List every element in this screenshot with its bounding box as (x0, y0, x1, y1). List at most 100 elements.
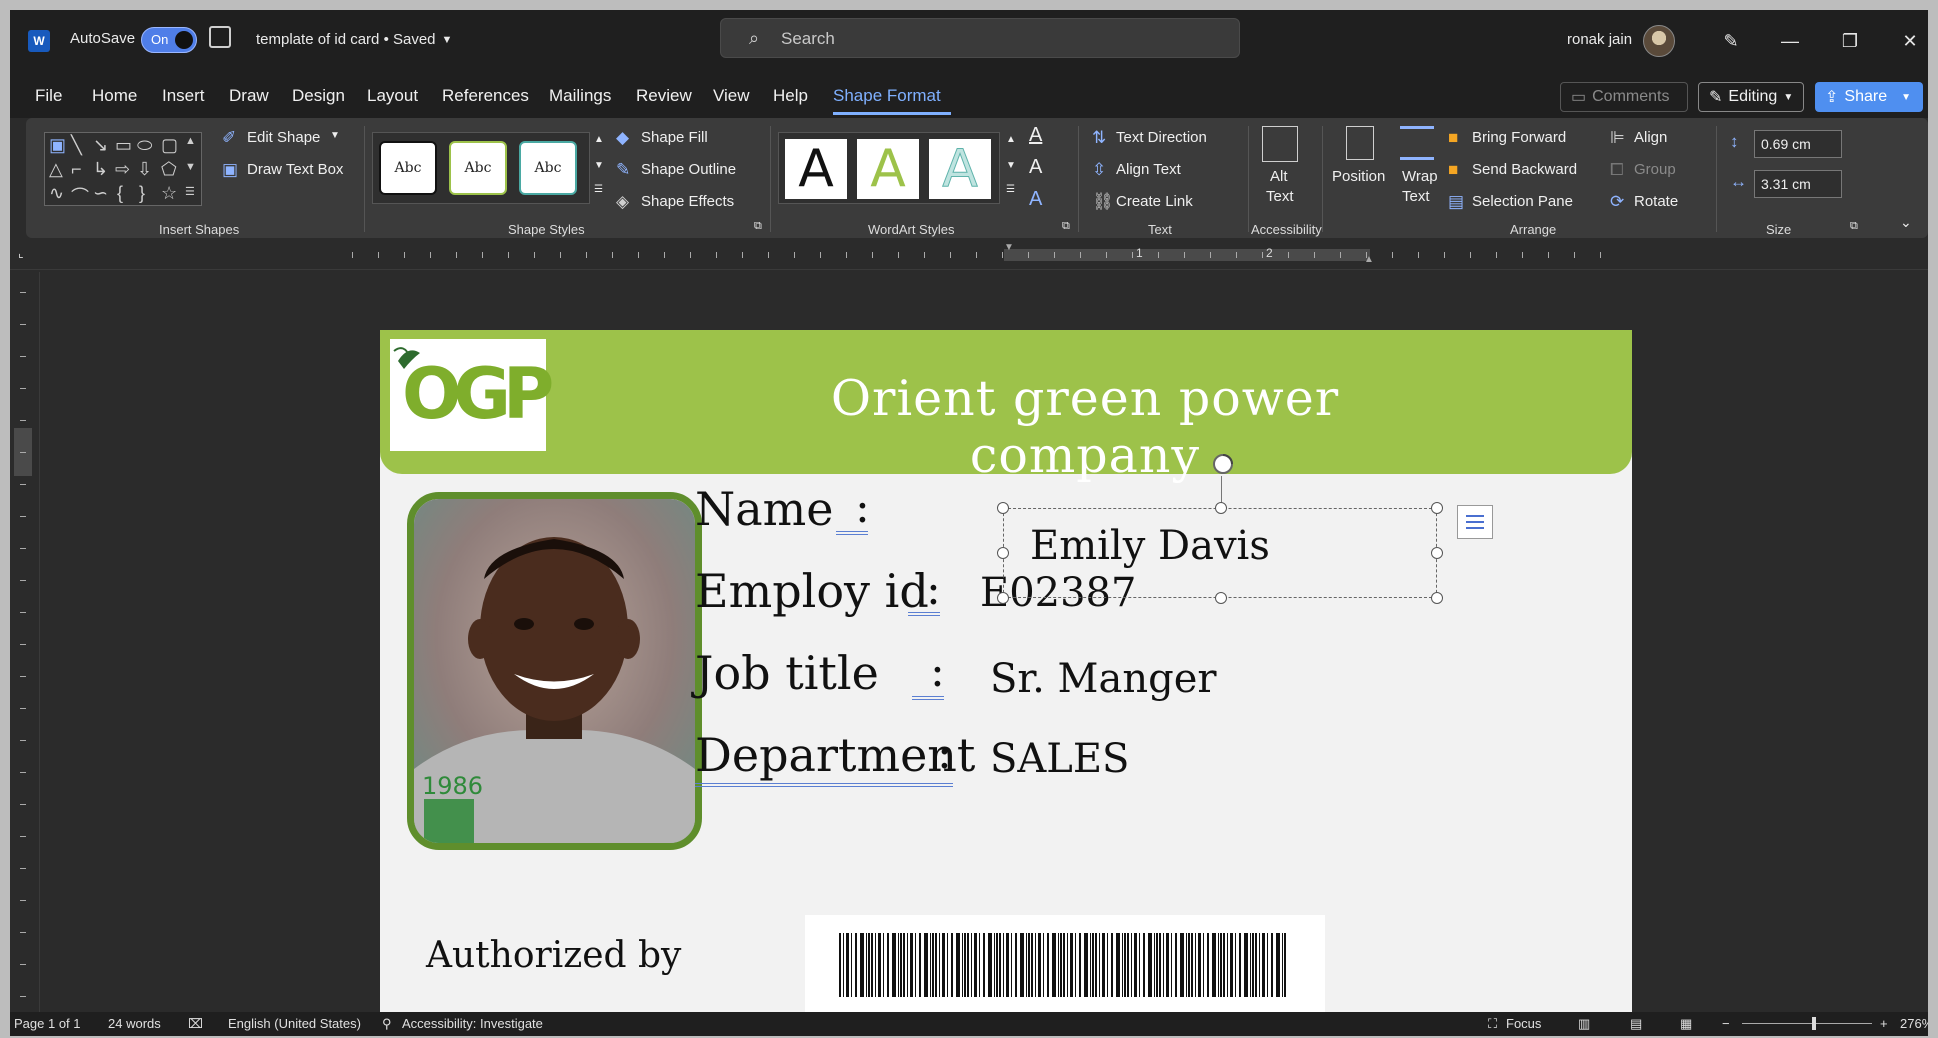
rounded-rect-shape-icon[interactable]: ▢ (161, 135, 178, 156)
tab-review[interactable]: Review (636, 86, 692, 106)
job-title-value[interactable]: Sr. Manger (990, 656, 1217, 702)
group-button[interactable]: Group (1634, 161, 1676, 178)
text-outline-icon[interactable]: A (1029, 156, 1042, 179)
zoom-slider[interactable] (1742, 1023, 1872, 1024)
wordart-teal[interactable]: A (929, 139, 991, 199)
tab-insert[interactable]: Insert (162, 86, 205, 106)
read-mode-icon[interactable]: ▥ (1578, 1016, 1590, 1032)
shape-fill-button[interactable]: Shape Fill (641, 129, 708, 146)
company-name[interactable]: Orient green power company (710, 370, 1460, 484)
id-card-header[interactable]: OGP Orient green power company (380, 330, 1632, 484)
dialog-launcher-icon[interactable]: ⧉ (754, 220, 762, 233)
text-effects-icon[interactable]: A (1029, 188, 1042, 211)
accessibility-status[interactable]: Accessibility: Investigate (402, 1016, 543, 1031)
scroll-down-icon[interactable]: ▼ (185, 161, 196, 173)
alt-text-button-line2[interactable]: Text (1266, 188, 1294, 205)
more-styles-icon[interactable]: ☰ (594, 184, 603, 195)
zoom-in-icon[interactable]: + (1880, 1016, 1888, 1031)
tab-file[interactable]: File (35, 86, 62, 106)
tab-references[interactable]: References (442, 86, 529, 106)
document-title[interactable]: template of id card • Saved ▼ (256, 31, 452, 48)
collapse-ribbon-icon[interactable]: ⌄ (1900, 214, 1912, 231)
scroll-down-icon[interactable]: ▼ (594, 160, 604, 171)
save-icon[interactable] (209, 26, 231, 48)
zoom-out-icon[interactable]: − (1722, 1016, 1730, 1031)
more-shapes-icon[interactable]: ☰ (185, 185, 195, 198)
wrap-text-button-line1[interactable]: Wrap (1402, 168, 1438, 185)
wordart-green[interactable]: A (857, 139, 919, 199)
employ-id-colon[interactable]: : (926, 564, 941, 615)
shape-effects-button[interactable]: Shape Effects (641, 193, 734, 210)
name-label[interactable]: Name (695, 482, 834, 536)
more-wordart-icon[interactable]: ☰ (1006, 184, 1015, 195)
layout-options-icon[interactable] (1457, 505, 1493, 539)
pentagon-shape-icon[interactable]: ⬠ (161, 159, 177, 180)
connector-shape-icon[interactable]: ⌐ (71, 159, 82, 180)
web-layout-icon[interactable]: ▦ (1680, 1016, 1692, 1032)
scroll-up-icon[interactable]: ▲ (185, 135, 196, 147)
indent-marker-icon[interactable]: ▼ (1004, 242, 1014, 253)
tab-design[interactable]: Design (292, 86, 345, 106)
job-title-label[interactable]: Job title (695, 646, 879, 700)
align-text-button[interactable]: Align Text (1116, 161, 1181, 178)
text-box-shape-icon[interactable]: ▣ (49, 135, 66, 156)
page-count[interactable]: Page 1 of 1 (14, 1016, 81, 1031)
tab-draw[interactable]: Draw (229, 86, 269, 106)
selection-pane-button[interactable]: Selection Pane (1472, 193, 1573, 210)
scroll-down-icon[interactable]: ▼ (1006, 160, 1016, 171)
style-green-outline[interactable]: Abc (449, 141, 507, 195)
share-button[interactable]: ⇪ Share ▼ (1815, 82, 1923, 112)
freeform-shape-icon[interactable]: ∿ (49, 183, 64, 204)
align-button[interactable]: Align (1634, 129, 1667, 146)
tab-home[interactable]: Home (92, 86, 137, 106)
zoom-slider-thumb[interactable] (1811, 1017, 1816, 1030)
rotate-button[interactable]: Rotate (1634, 193, 1678, 210)
comments-button[interactable]: ▭ Comments (1560, 82, 1688, 112)
position-button[interactable]: Position (1332, 168, 1385, 185)
resize-handle-bottom-right[interactable] (1431, 592, 1443, 604)
scroll-up-icon[interactable]: ▲ (1006, 134, 1016, 145)
draw-text-box-button[interactable]: Draw Text Box (247, 161, 343, 178)
star-shape-icon[interactable]: ☆ (161, 183, 177, 204)
zoom-level[interactable]: 276% (1900, 1016, 1928, 1031)
left-brace-shape-icon[interactable]: { (117, 183, 123, 204)
document-canvas[interactable]: OGP Orient green power company 1986 Name… (41, 272, 1928, 1030)
style-black-outline[interactable]: Abc (379, 141, 437, 195)
alt-text-button-line1[interactable]: Alt (1270, 168, 1288, 185)
shape-width-input[interactable]: 3.31 cm (1754, 170, 1842, 198)
resize-handle-right[interactable] (1431, 547, 1443, 559)
horizontal-ruler[interactable]: ⌞ 1 2 ▼ ▲ (10, 240, 1928, 270)
shapes-gallery[interactable]: ▣ ╲ ↘ ▭ ⬭ ▢ △ ⌐ ↳ ⇨ ⇩ ⬠ ∿ ⌒ ∽ { } ☆ ▲ ▼ … (44, 132, 202, 209)
curve-shape-icon[interactable]: ∽ (93, 183, 108, 204)
dialog-launcher-icon[interactable]: ⧉ (1062, 220, 1070, 233)
employ-id-label[interactable]: Employ id (695, 564, 929, 618)
shape-outline-button[interactable]: Shape Outline (641, 161, 736, 178)
down-arrow-shape-icon[interactable]: ⇩ (137, 159, 152, 180)
bring-forward-button[interactable]: Bring Forward (1472, 129, 1566, 146)
resize-handle-top[interactable] (1215, 502, 1227, 514)
wordart-black[interactable]: A (785, 139, 847, 199)
user-name[interactable]: ronak jain (1567, 31, 1632, 48)
shape-styles-gallery[interactable]: Abc Abc Abc (372, 132, 590, 204)
resize-handle-left[interactable] (997, 547, 1009, 559)
minimize-button[interactable]: — (1770, 24, 1810, 58)
name-colon[interactable]: : (855, 482, 870, 533)
edit-shape-button[interactable]: Edit Shape (247, 129, 320, 146)
print-layout-icon[interactable]: ▤ (1630, 1016, 1642, 1032)
focus-button[interactable]: Focus (1506, 1016, 1541, 1031)
wordart-gallery[interactable]: A A A (778, 132, 1000, 204)
vertical-ruler[interactable] (10, 272, 40, 1012)
resize-handle-bottom-left[interactable] (997, 592, 1009, 604)
avatar[interactable] (1643, 25, 1675, 57)
line-shape-icon[interactable]: ╲ (71, 135, 82, 156)
authorized-by-label[interactable]: Authorized by (426, 935, 681, 976)
department-label[interactable]: Department (695, 728, 975, 782)
department-value[interactable]: SALES (990, 736, 1129, 782)
search-box[interactable]: ⌕ Search (720, 18, 1240, 58)
rotate-handle-icon[interactable] (1209, 450, 1237, 478)
department-colon[interactable]: : (937, 728, 952, 779)
document-page[interactable]: OGP Orient green power company 1986 Name… (380, 330, 1632, 1030)
arc-shape-icon[interactable]: ⌒ (71, 183, 89, 209)
text-fill-icon[interactable]: A (1029, 124, 1042, 147)
resize-handle-top-left[interactable] (997, 502, 1009, 514)
